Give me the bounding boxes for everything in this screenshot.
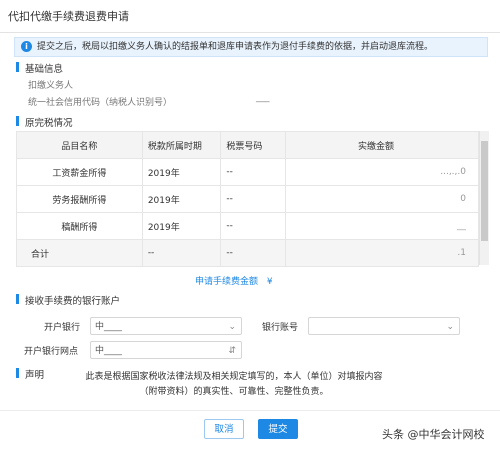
refund-amount-value: ¥ (266, 277, 273, 287)
section-declaration: 声明 (15, 367, 44, 381)
bank-select[interactable]: 中____ ⌄ (90, 317, 242, 335)
section-basic-info: 基础信息 (15, 61, 63, 75)
withholding-agent-label: 扣缴义务人 (28, 81, 74, 91)
cell-ticket: -- (220, 158, 286, 186)
bank-label: 开户银行 (44, 323, 81, 333)
table-row: 工资薪金所得 2019年 -- ...,.,.0 (16, 158, 480, 186)
submit-button[interactable]: 提交 (258, 419, 298, 439)
cell-item: 工资薪金所得 (16, 158, 143, 186)
bank-select-value: 中____ (95, 322, 123, 332)
cell-ticket: -- (220, 185, 286, 213)
branch-select-value: 中____ (95, 346, 123, 356)
header-amount: 实缴金额 (284, 131, 480, 159)
branch-select[interactable]: 中____ ⇵ (90, 341, 242, 359)
table-row: 劳务报酬所得 2019年 -- 0 (16, 185, 480, 213)
header-item-name: 品目名称 (16, 131, 143, 159)
scrollbar-thumb[interactable] (481, 141, 488, 241)
chevron-down-icon: ⌄ (446, 322, 454, 332)
cell-item: 劳务报酬所得 (16, 185, 143, 213)
header-ticket-no: 税票号码 (220, 131, 286, 159)
table-scrollbar[interactable] (479, 131, 489, 265)
cell-period: 2019年 (141, 185, 222, 213)
notice-text: 提交之后，税局以扣缴义务人确认的结报单和退库申请表作为退付手续费的依据，并启动退… (37, 42, 434, 52)
refund-amount-label: 申请手续费金额 (195, 277, 259, 287)
refund-amount-line: 申请手续费金额 ¥ (195, 274, 273, 287)
cell-period: 2019年 (141, 158, 222, 186)
account-label: 银行账号 (262, 323, 299, 333)
chevron-updown-icon: ⇵ (228, 346, 236, 356)
tax-table: 品目名称 税款所属时期 税票号码 实缴金额 工资薪金所得 2019年 -- ..… (16, 131, 480, 267)
window-titlebar: 代扣代缴手续费退费申请 (0, 0, 500, 33)
section-bank-account: 接收手续费的银行账户 (15, 293, 120, 307)
credit-code-label: 统一社会信用代码（纳税人识别号） (28, 98, 173, 108)
cell-total-ticket: -- (220, 239, 286, 267)
cell-total-period: -- (141, 239, 222, 267)
account-select[interactable]: ⌄ (308, 317, 460, 335)
cell-period: 2019年 (141, 212, 222, 240)
info-notice: i 提交之后，税局以扣缴义务人确认的结报单和退库申请表作为退付手续费的依据，并启… (14, 37, 488, 57)
cell-ticket: -- (220, 212, 286, 240)
cell-item: 稿酬所得 (16, 212, 143, 240)
branch-label: 开户银行网点 (24, 347, 79, 357)
section-tax-history: 原完税情况 (16, 115, 73, 129)
info-icon: i (21, 41, 32, 52)
chevron-down-icon: ⌄ (228, 322, 236, 332)
header-tax-period: 税款所属时期 (141, 131, 222, 159)
cell-amount: 0 (284, 185, 480, 213)
table-row: 稿酬所得 2019年 -- __ (16, 212, 480, 240)
declaration-text: 此表是根据国家税收法律法规及相关规定填写的，本人（单位）对填报内容（附带资料）的… (85, 372, 383, 397)
table-header-row: 品目名称 税款所属时期 税票号码 实缴金额 (16, 131, 480, 159)
table-total-row: 合计 -- -- .1 (16, 239, 480, 267)
cell-amount: __ (284, 212, 480, 240)
cell-amount: ...,.,.0 (284, 158, 480, 186)
cell-total-amount: .1 (284, 239, 480, 267)
cancel-button[interactable]: 取消 (204, 419, 244, 439)
cell-total-label: 合计 (16, 239, 143, 267)
watermark: 头条 @中华会计网校 (382, 428, 485, 441)
credit-code-value: ___ (256, 93, 270, 103)
window-title: 代扣代缴手续费退费申请 (8, 10, 129, 23)
